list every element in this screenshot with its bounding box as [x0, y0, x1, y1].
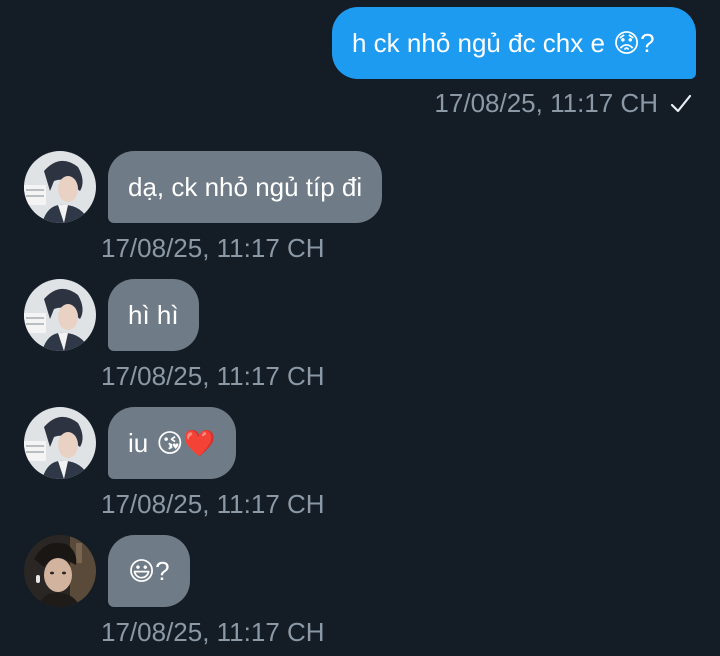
message-text-suffix: ? [640, 27, 655, 58]
message-timestamp: 17/08/25, 11:17 CH [101, 361, 325, 391]
message-text-suffix: ? [155, 555, 170, 586]
received-message-row: hì hì [24, 279, 199, 351]
message-text: hì hì [128, 299, 179, 330]
message-timestamp: 17/08/25, 11:17 CH [434, 88, 658, 118]
received-message-row: 😃 ? [24, 535, 190, 607]
received-message-row: iu 😘❤️ [24, 407, 236, 479]
sent-message-meta: 17/08/25, 11:17 CH [434, 88, 692, 119]
received-message-bubble[interactable]: dạ, ck nhỏ ngủ típ đi [108, 151, 383, 223]
avatar[interactable] [24, 535, 96, 607]
message-timestamp: 17/08/25, 11:17 CH [101, 617, 325, 647]
check-icon [670, 94, 692, 112]
message-text: dạ, ck nhỏ ngủ típ đi [128, 171, 363, 202]
avatar[interactable] [24, 151, 96, 223]
avatar-photo [24, 279, 96, 351]
avatar[interactable] [24, 407, 96, 479]
kiss-heart-emoji: 😘❤️ [156, 427, 216, 458]
message-timestamp: 17/08/25, 11:17 CH [101, 233, 325, 263]
avatar-photo [24, 151, 96, 223]
received-message-bubble[interactable]: hì hì [108, 279, 199, 351]
worried-face-emoji: 😟 [612, 27, 641, 58]
message-timestamp: 17/08/25, 11:17 CH [101, 489, 325, 519]
received-message-bubble[interactable]: 😃 ? [108, 535, 190, 607]
avatar-photo [24, 535, 96, 607]
chat-thread: h ck nhỏ ngủ đc chx e 😟 ? 17/08/25, 11:1… [0, 0, 720, 656]
avatar-photo [24, 407, 96, 479]
received-message-row: dạ, ck nhỏ ngủ típ đi [24, 151, 383, 223]
sent-message-bubble[interactable]: h ck nhỏ ngủ đc chx e 😟 ? [332, 7, 696, 79]
received-message-bubble[interactable]: iu 😘❤️ [108, 407, 236, 479]
smiley-emoji: 😃 [128, 555, 156, 586]
message-text: iu [128, 427, 149, 458]
avatar[interactable] [24, 279, 96, 351]
message-text: h ck nhỏ ngủ đc chx e [352, 27, 605, 58]
